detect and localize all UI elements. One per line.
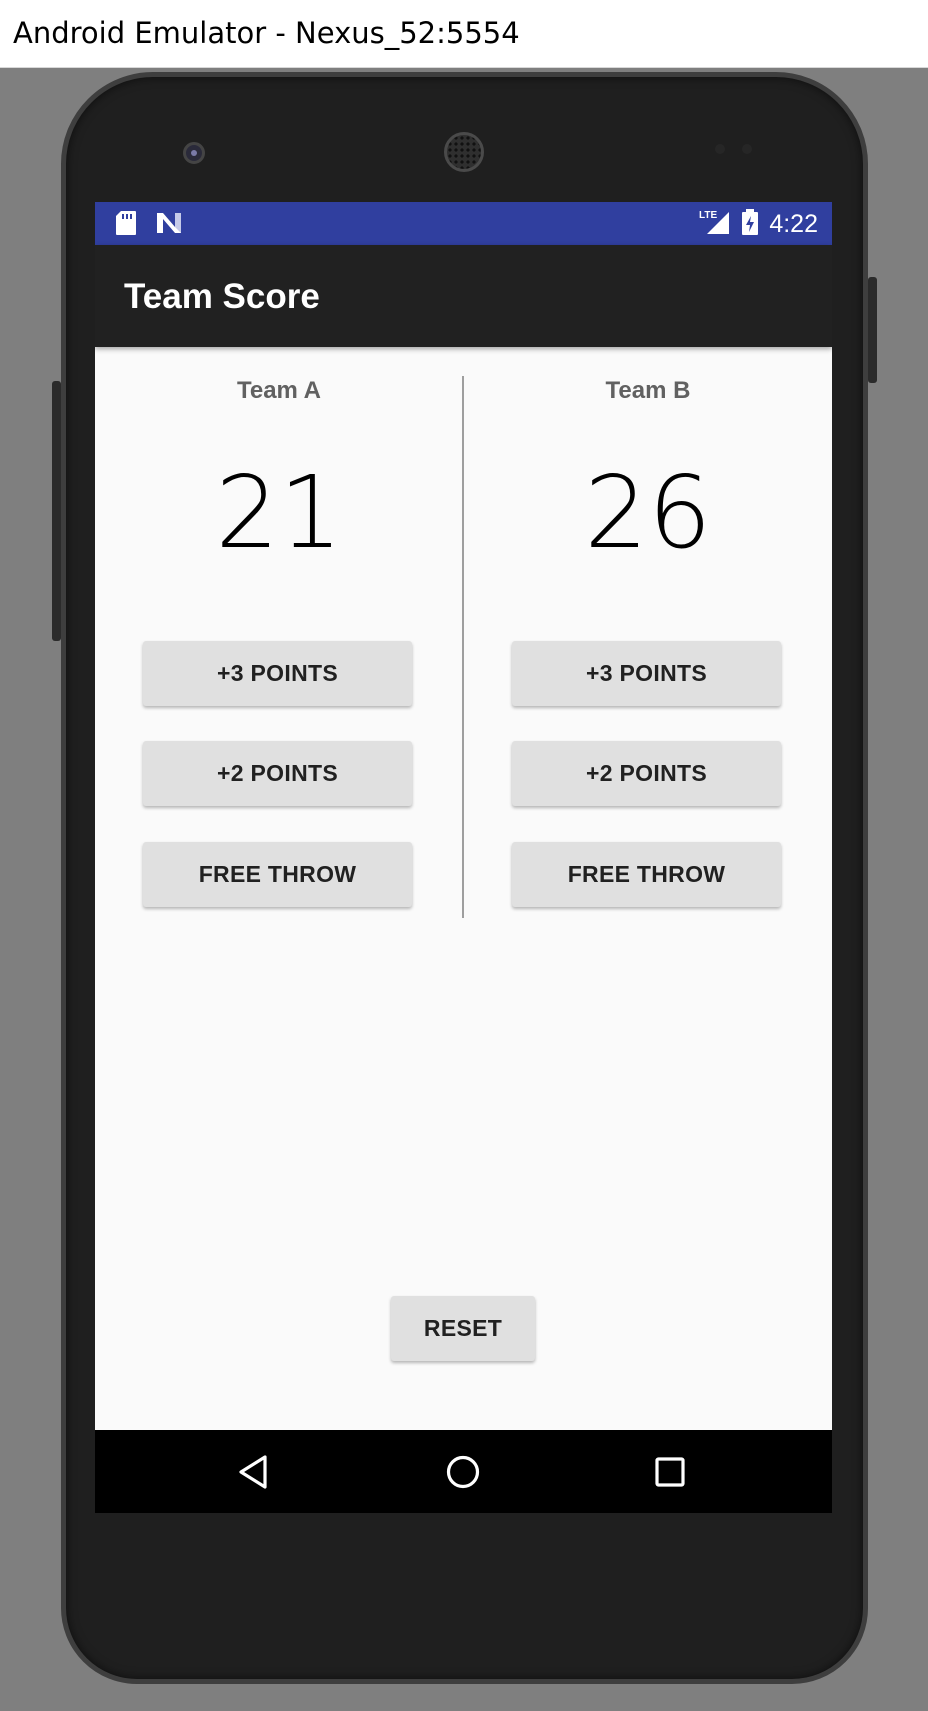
proximity-sensor-icon: [715, 144, 725, 154]
sd-card-icon: [115, 210, 137, 241]
emulator-title-bar: Android Emulator - Nexus_52:5554: [0, 0, 928, 68]
team-a-free-throw-button[interactable]: FREE THROW: [143, 842, 412, 907]
status-clock: 4:22: [769, 210, 818, 238]
app-bar: Team Score: [95, 245, 832, 347]
team-b-free-throw-button[interactable]: FREE THROW: [512, 842, 781, 907]
team-b-plus-2-button[interactable]: +2 POINTS: [512, 741, 781, 806]
reset-button[interactable]: RESET: [391, 1296, 535, 1361]
team-b-name: Team B: [605, 377, 691, 404]
team-a-score: 21: [215, 454, 343, 571]
window-title: Android Emulator - Nexus_52:5554: [13, 16, 520, 50]
svg-text:LTE: LTE: [699, 210, 717, 221]
score-content: Team A 21 +3 POINTS +2 POINTS FREE THROW…: [95, 347, 832, 1430]
recents-icon[interactable]: [646, 1448, 694, 1496]
battery-icon: [741, 208, 759, 241]
home-icon[interactable]: [439, 1448, 487, 1496]
navigation-bar: [95, 1430, 832, 1513]
light-sensor-icon: [742, 144, 752, 154]
device-screen: LTE 4:22 Team Score Team A 21 +3 POINTS …: [95, 202, 832, 1513]
team-a-plus-2-button[interactable]: +2 POINTS: [143, 741, 412, 806]
power-key[interactable]: [868, 277, 877, 383]
volume-key[interactable]: [52, 381, 61, 641]
earpiece-speaker-icon: [444, 132, 484, 172]
lte-signal-icon: LTE: [699, 208, 731, 241]
app-title: Team Score: [124, 277, 320, 316]
team-divider: [462, 376, 464, 918]
team-a-plus-3-button[interactable]: +3 POINTS: [143, 641, 412, 706]
back-icon[interactable]: [229, 1448, 277, 1496]
team-b-plus-3-button[interactable]: +3 POINTS: [512, 641, 781, 706]
team-a-name: Team A: [236, 377, 322, 404]
front-camera-icon: [183, 142, 205, 164]
n-notification-icon: [155, 211, 183, 240]
team-b-score: 26: [584, 454, 712, 571]
status-bar: LTE 4:22: [95, 202, 832, 245]
